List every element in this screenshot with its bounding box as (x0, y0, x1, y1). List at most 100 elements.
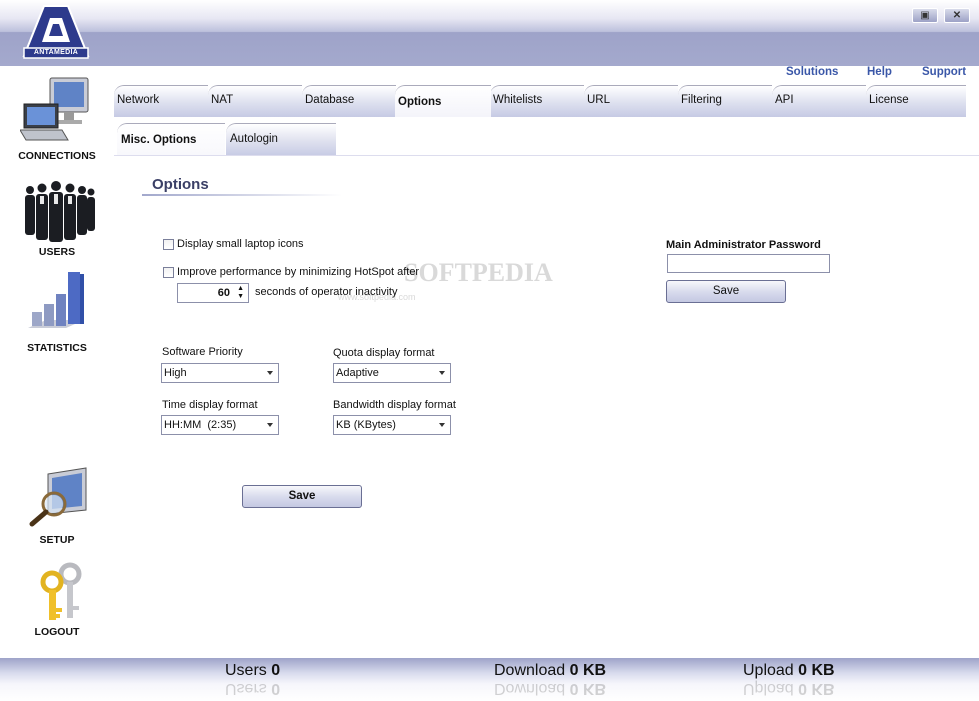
main-panel: Solutions Help Support Network NAT Datab… (114, 66, 979, 658)
options-save-button[interactable]: Save (242, 485, 362, 508)
sidebar-item-users[interactable]: USERS (0, 176, 114, 266)
solutions-link[interactable]: Solutions (786, 66, 838, 78)
admin-password-label: Main Administrator Password (666, 239, 821, 251)
select-value: Adaptive (336, 367, 379, 379)
tab-database[interactable]: Database (302, 85, 396, 117)
bandwidth-format-label: Bandwidth display format (333, 399, 456, 411)
antamedia-logo: ANTAMEDIA (22, 4, 90, 60)
reflection-text: 0 (271, 680, 281, 697)
help-link[interactable]: Help (867, 66, 892, 78)
users-icon (25, 181, 95, 242)
tab-label: Whitelists (493, 94, 543, 106)
watermark-text: SOFTPEDIA (404, 258, 553, 287)
tab-label: API (775, 94, 794, 106)
upload-status-reflection: Upload 0 KB (743, 679, 835, 697)
tab-nat[interactable]: NAT (208, 85, 302, 117)
reflection-text: 0 KB (569, 680, 607, 697)
quota-format-select[interactable]: Adaptive (333, 363, 451, 383)
statistics-icon (28, 272, 84, 328)
sidebar-item-label: SETUP (39, 534, 75, 546)
software-priority-label: Software Priority (162, 346, 243, 358)
tab-url[interactable]: URL (584, 85, 678, 117)
reflection-text: Users (225, 680, 267, 697)
tab-network[interactable]: Network (114, 85, 208, 117)
sidebar-item-statistics[interactable]: STATISTICS (0, 270, 114, 360)
upload-status-label: Upload (743, 662, 794, 679)
tab-label: Database (305, 94, 355, 106)
users-status: Users 0 (225, 662, 280, 680)
sidebar-item-label: CONNECTIONS (18, 150, 96, 162)
options-content: Options SOFTPEDIA www.softpedia.com Disp… (114, 155, 979, 658)
logo-text: ANTAMEDIA (33, 49, 79, 56)
admin-password-save-button[interactable]: Save (666, 280, 786, 303)
restore-button[interactable]: ▣ (912, 8, 938, 23)
tab-label: Filtering (681, 94, 722, 106)
improve-performance-label: Improve performance by minimizing HotSpo… (177, 266, 420, 278)
status-bar: Users 0 Download 0 KB Upload 0 KB Users … (0, 658, 979, 701)
chevron-down-icon (267, 371, 273, 375)
sidebar-item-label: LOGOUT (34, 626, 80, 638)
download-status: Download 0 KB (494, 662, 606, 680)
small-icons-checkbox[interactable] (163, 239, 174, 250)
reflection-text: Download (494, 680, 566, 697)
sidebar: CONNECTIONS USERS STATISTICS SETUP LOGOU… (0, 66, 114, 658)
sidebar-item-logout[interactable]: LOGOUT (0, 562, 114, 644)
section-underline (142, 194, 342, 196)
time-format-select[interactable]: HH:MM (2:35) (161, 415, 279, 435)
admin-password-input[interactable] (667, 254, 830, 273)
inactivity-value: 60 (217, 287, 230, 299)
tab-license[interactable]: License (866, 85, 966, 117)
tab-label: Misc. Options (121, 134, 197, 146)
inactivity-stepper[interactable]: 60 ▲ ▼ (177, 283, 249, 303)
stepper-down-icon[interactable]: ▼ (237, 293, 244, 300)
chevron-down-icon (439, 371, 445, 375)
select-value: HH:MM (2:35) (164, 419, 237, 431)
computer-icon (20, 77, 89, 141)
reflection-text: 0 KB (798, 680, 835, 697)
reflection-text: Upload (743, 680, 794, 697)
tab-label: Autologin (230, 133, 278, 145)
bandwidth-format-select[interactable]: KB (KBytes) (333, 415, 451, 435)
improve-performance-checkbox[interactable] (163, 267, 174, 278)
sidebar-item-connections[interactable]: CONNECTIONS (0, 76, 114, 166)
sidebar-item-setup[interactable]: SETUP (0, 466, 114, 552)
tab-label: Options (398, 96, 442, 108)
support-link[interactable]: Support (922, 66, 966, 78)
tab-options[interactable]: Options (395, 85, 491, 117)
keys-icon (40, 562, 82, 620)
tab-label: Network (117, 94, 160, 106)
tab-whitelists[interactable]: Whitelists (490, 85, 584, 117)
users-status-reflection: Users 0 (225, 679, 280, 697)
sidebar-item-label: USERS (38, 246, 76, 258)
time-format-label: Time display format (162, 399, 258, 411)
select-value: High (164, 367, 187, 379)
subtab-misc-options[interactable]: Misc. Options (117, 123, 225, 155)
subtab-autologin[interactable]: Autologin (226, 123, 336, 155)
stepper-up-icon[interactable]: ▲ (237, 285, 244, 292)
chevron-down-icon (439, 423, 445, 427)
select-value: KB (KBytes) (336, 419, 396, 431)
chevron-down-icon (267, 423, 273, 427)
inactivity-suffix: seconds of operator inactivity (255, 286, 398, 298)
close-icon: ✕ (952, 10, 962, 21)
tab-label: URL (587, 94, 611, 106)
setup-icon (29, 467, 87, 527)
quota-format-label: Quota display format (333, 347, 435, 359)
software-priority-select[interactable]: High (161, 363, 279, 383)
download-status-label: Download (494, 662, 566, 679)
app-header: ANTAMEDIA ▣ ✕ (0, 0, 979, 66)
download-status-reflection: Download 0 KB (494, 679, 606, 697)
users-status-value: 0 (271, 662, 281, 679)
close-button[interactable]: ✕ (944, 8, 970, 23)
upload-status-value: 0 KB (798, 662, 835, 679)
tab-filtering[interactable]: Filtering (678, 85, 772, 117)
tab-label: License (869, 94, 909, 106)
users-status-label: Users (225, 662, 267, 679)
restore-icon: ▣ (920, 10, 930, 21)
download-status-value: 0 KB (569, 662, 607, 679)
section-title: Options (152, 176, 209, 193)
tab-api[interactable]: API (772, 85, 866, 117)
sidebar-item-label: STATISTICS (27, 342, 87, 354)
upload-status: Upload 0 KB (743, 662, 835, 680)
tab-label: NAT (211, 94, 234, 106)
